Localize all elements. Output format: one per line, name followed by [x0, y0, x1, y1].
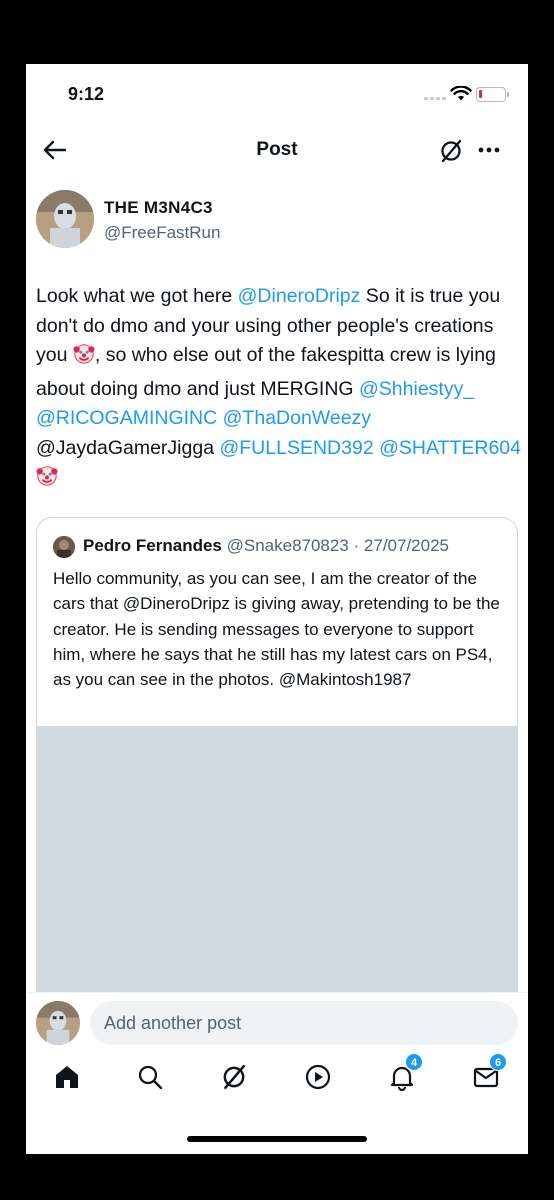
tab-video[interactable]	[301, 1060, 335, 1094]
author-handle[interactable]: @FreeFastRun	[104, 223, 220, 243]
app-screen: 9:12 Post THE M3N4C3 @FreeFastRun Look w…	[26, 64, 528, 1154]
avatar	[36, 1001, 80, 1045]
play-icon	[305, 1064, 331, 1090]
home-icon	[56, 1066, 78, 1088]
messages-badge: 6	[489, 1053, 507, 1071]
search-icon	[138, 1065, 163, 1090]
cellular-signal-icon	[424, 97, 446, 100]
clown-face-emoji-icon	[36, 466, 58, 492]
quoted-text: Hello community, as you can see, I am th…	[53, 569, 500, 690]
reply-input[interactable]: Add another post	[90, 1001, 518, 1045]
mention-link[interactable]: @ThaDonWeezy	[223, 407, 371, 429]
battery-icon	[476, 87, 509, 102]
tab-home[interactable]	[50, 1060, 84, 1094]
home-indicator	[187, 1136, 367, 1142]
status-time: 9:12	[68, 84, 105, 104]
notification-badge: 4	[405, 1053, 423, 1071]
author-name[interactable]: THE M3N4C3	[104, 198, 213, 218]
clown-face-emoji-icon	[73, 344, 95, 370]
tab-messages[interactable]: 6	[469, 1053, 507, 1094]
mention-link[interactable]: @Shhiestyy_	[359, 378, 474, 400]
tab-search[interactable]	[133, 1060, 167, 1094]
avatar[interactable]	[36, 190, 94, 248]
mention-link[interactable]: @DineroDripz	[238, 285, 361, 307]
grok-icon	[223, 1064, 245, 1090]
quoted-avatar	[53, 536, 75, 558]
quoted-author-handle: @Snake870823	[226, 536, 349, 555]
post-text: Look what we got here @DineroDripz So it…	[36, 282, 522, 497]
quoted-post[interactable]: Pedro Fernandes @Snake870823 · 27/07/202…	[36, 517, 518, 1037]
mention-link[interactable]: @SHATTER604	[379, 437, 521, 459]
tab-notifications[interactable]: 4	[385, 1053, 423, 1094]
quoted-media-placeholder[interactable]	[37, 726, 517, 1036]
quoted-separator: ·	[348, 536, 364, 555]
quoted-date: 27/07/2025	[363, 536, 449, 555]
reply-bar: Add another post	[26, 992, 528, 1054]
post-text-segment: @JaydaGamerJigga	[36, 436, 220, 459]
quoted-author-name: Pedro Fernandes	[83, 536, 222, 555]
grok-icon[interactable]	[438, 138, 464, 164]
more-horizontal-icon[interactable]	[476, 138, 502, 162]
mention-link[interactable]: @RICOGAMINGINC	[36, 407, 217, 429]
post-text-segment: Look what we got here	[36, 285, 238, 307]
tab-grok[interactable]	[217, 1060, 251, 1094]
quoted-header: Pedro Fernandes @Snake870823 · 27/07/202…	[83, 536, 449, 556]
mention-link[interactable]: @FULLSEND392	[219, 437, 373, 459]
wifi-icon	[450, 86, 472, 101]
bottom-tab-bar: 4 6	[26, 1053, 528, 1110]
